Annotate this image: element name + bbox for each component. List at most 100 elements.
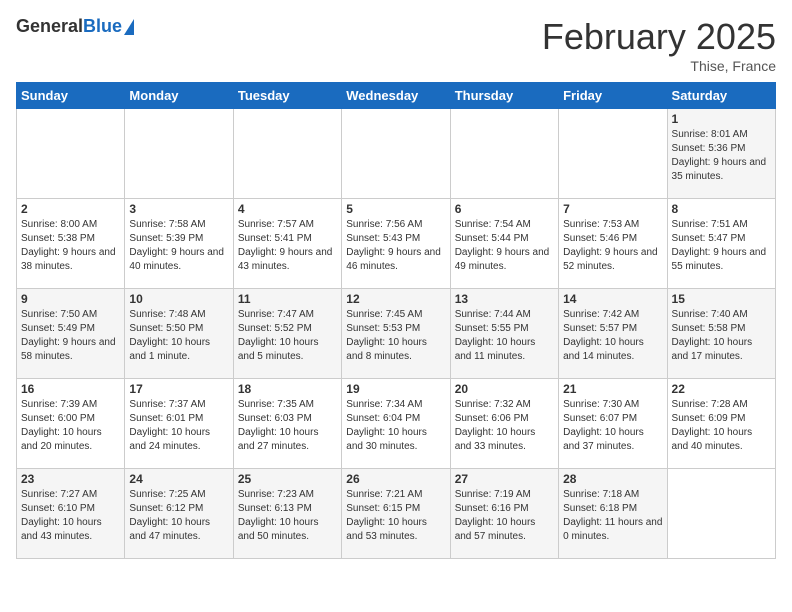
day-number: 14 xyxy=(563,292,662,306)
calendar-week-5: 23 Sunrise: 7:27 AMSunset: 6:10 PMDayligh… xyxy=(17,469,776,559)
column-header-sunday: Sunday xyxy=(17,83,125,109)
day-number: 19 xyxy=(346,382,445,396)
day-number: 17 xyxy=(129,382,228,396)
day-info: Sunrise: 7:54 AMSunset: 5:44 PMDaylight:… xyxy=(455,218,554,274)
calendar-cell xyxy=(17,109,125,199)
column-header-thursday: Thursday xyxy=(450,83,558,109)
day-number: 22 xyxy=(672,382,771,396)
calendar-cell xyxy=(342,109,450,199)
day-number: 13 xyxy=(455,292,554,306)
day-info: Sunrise: 7:53 AMSunset: 5:46 PMDaylight:… xyxy=(563,218,662,274)
day-info: Sunrise: 7:42 AMSunset: 5:57 PMDaylight:… xyxy=(563,308,662,364)
day-info: Sunrise: 7:27 AMSunset: 6:10 PMDaylight:… xyxy=(21,488,120,544)
day-number: 21 xyxy=(563,382,662,396)
calendar-cell: 2 Sunrise: 8:00 AMSunset: 5:38 PMDaylight… xyxy=(17,199,125,289)
calendar-cell xyxy=(233,109,341,199)
day-info: Sunrise: 7:57 AMSunset: 5:41 PMDaylight:… xyxy=(238,218,337,274)
calendar-cell: 6 Sunrise: 7:54 AMSunset: 5:44 PMDaylight… xyxy=(450,199,558,289)
day-number: 1 xyxy=(672,112,771,126)
day-number: 24 xyxy=(129,472,228,486)
day-info: Sunrise: 7:21 AMSunset: 6:15 PMDaylight:… xyxy=(346,488,445,544)
calendar-week-2: 2 Sunrise: 8:00 AMSunset: 5:38 PMDaylight… xyxy=(17,199,776,289)
day-info: Sunrise: 7:30 AMSunset: 6:07 PMDaylight:… xyxy=(563,398,662,454)
calendar-cell: 7 Sunrise: 7:53 AMSunset: 5:46 PMDaylight… xyxy=(559,199,667,289)
logo: GeneralBlue xyxy=(16,16,134,37)
day-info: Sunrise: 7:37 AMSunset: 6:01 PMDaylight:… xyxy=(129,398,228,454)
location-label: Thise, France xyxy=(542,58,776,74)
calendar-cell xyxy=(559,109,667,199)
calendar-cell: 20Sunrise: 7:32 AMSunset: 6:06 PMDayligh… xyxy=(450,379,558,469)
day-info: Sunrise: 7:40 AMSunset: 5:58 PMDaylight:… xyxy=(672,308,771,364)
calendar-cell: 9 Sunrise: 7:50 AMSunset: 5:49 PMDaylight… xyxy=(17,289,125,379)
calendar-cell: 11 Sunrise: 7:47 AMSunset: 5:52 PMDayligh… xyxy=(233,289,341,379)
calendar-cell: 8 Sunrise: 7:51 AMSunset: 5:47 PMDaylight… xyxy=(667,199,775,289)
calendar-cell: 17 Sunrise: 7:37 AMSunset: 6:01 PMDayligh… xyxy=(125,379,233,469)
column-header-tuesday: Tuesday xyxy=(233,83,341,109)
calendar-cell xyxy=(450,109,558,199)
day-number: 23 xyxy=(21,472,120,486)
day-info: Sunrise: 7:18 AMSunset: 6:18 PMDaylight:… xyxy=(563,488,662,544)
calendar-cell: 4 Sunrise: 7:57 AMSunset: 5:41 PMDaylight… xyxy=(233,199,341,289)
day-number: 9 xyxy=(21,292,120,306)
day-info: Sunrise: 7:47 AMSunset: 5:52 PMDaylight:… xyxy=(238,308,337,364)
calendar-cell: 12Sunrise: 7:45 AMSunset: 5:53 PMDayligh… xyxy=(342,289,450,379)
calendar-cell: 15 Sunrise: 7:40 AMSunset: 5:58 PMDayligh… xyxy=(667,289,775,379)
calendar-cell: 5 Sunrise: 7:56 AMSunset: 5:43 PMDaylight… xyxy=(342,199,450,289)
day-number: 16 xyxy=(21,382,120,396)
day-number: 20 xyxy=(455,382,554,396)
day-info: Sunrise: 7:23 AMSunset: 6:13 PMDaylight:… xyxy=(238,488,337,544)
day-info: Sunrise: 8:01 AMSunset: 5:36 PMDaylight:… xyxy=(672,128,771,184)
day-number: 25 xyxy=(238,472,337,486)
day-number: 2 xyxy=(21,202,120,216)
calendar-cell xyxy=(667,469,775,559)
calendar-cell: 10Sunrise: 7:48 AMSunset: 5:50 PMDayligh… xyxy=(125,289,233,379)
day-number: 15 xyxy=(672,292,771,306)
logo-blue-text: Blue xyxy=(83,16,122,36)
column-header-friday: Friday xyxy=(559,83,667,109)
calendar-cell: 19 Sunrise: 7:34 AMSunset: 6:04 PMDayligh… xyxy=(342,379,450,469)
day-info: Sunrise: 7:50 AMSunset: 5:49 PMDaylight:… xyxy=(21,308,120,364)
calendar-week-4: 16 Sunrise: 7:39 AMSunset: 6:00 PMDayligh… xyxy=(17,379,776,469)
calendar-week-3: 9 Sunrise: 7:50 AMSunset: 5:49 PMDaylight… xyxy=(17,289,776,379)
logo-general-text: General xyxy=(16,16,83,36)
calendar-cell: 28 Sunrise: 7:18 AMSunset: 6:18 PMDayligh… xyxy=(559,469,667,559)
calendar-cell: 25 Sunrise: 7:23 AMSunset: 6:13 PMDayligh… xyxy=(233,469,341,559)
day-info: Sunrise: 7:44 AMSunset: 5:55 PMDaylight:… xyxy=(455,308,554,364)
calendar-week-1: 1 Sunrise: 8:01 AMSunset: 5:36 PMDaylight… xyxy=(17,109,776,199)
day-info: Sunrise: 7:34 AMSunset: 6:04 PMDaylight:… xyxy=(346,398,445,454)
calendar-cell: 14 Sunrise: 7:42 AMSunset: 5:57 PMDayligh… xyxy=(559,289,667,379)
title-block: February 2025 Thise, France xyxy=(542,16,776,74)
day-number: 8 xyxy=(672,202,771,216)
calendar-cell: 13 Sunrise: 7:44 AMSunset: 5:55 PMDayligh… xyxy=(450,289,558,379)
day-number: 6 xyxy=(455,202,554,216)
calendar-header-row: SundayMondayTuesdayWednesdayThursdayFrid… xyxy=(17,83,776,109)
day-number: 5 xyxy=(346,202,445,216)
day-number: 26 xyxy=(346,472,445,486)
day-number: 28 xyxy=(563,472,662,486)
logo-triangle-icon xyxy=(124,19,134,35)
calendar-cell: 21 Sunrise: 7:30 AMSunset: 6:07 PMDayligh… xyxy=(559,379,667,469)
day-number: 27 xyxy=(455,472,554,486)
day-number: 7 xyxy=(563,202,662,216)
calendar-table: SundayMondayTuesdayWednesdayThursdayFrid… xyxy=(16,82,776,559)
day-info: Sunrise: 7:39 AMSunset: 6:00 PMDaylight:… xyxy=(21,398,120,454)
calendar-cell: 24 Sunrise: 7:25 AMSunset: 6:12 PMDayligh… xyxy=(125,469,233,559)
day-info: Sunrise: 7:25 AMSunset: 6:12 PMDaylight:… xyxy=(129,488,228,544)
day-info: Sunrise: 7:56 AMSunset: 5:43 PMDaylight:… xyxy=(346,218,445,274)
page-header: GeneralBlue February 2025 Thise, France xyxy=(16,16,776,74)
column-header-monday: Monday xyxy=(125,83,233,109)
day-number: 4 xyxy=(238,202,337,216)
calendar-cell: 27 Sunrise: 7:19 AMSunset: 6:16 PMDayligh… xyxy=(450,469,558,559)
calendar-cell: 3Sunrise: 7:58 AMSunset: 5:39 PMDaylight… xyxy=(125,199,233,289)
day-info: Sunrise: 8:00 AMSunset: 5:38 PMDaylight:… xyxy=(21,218,120,274)
day-info: Sunrise: 7:19 AMSunset: 6:16 PMDaylight:… xyxy=(455,488,554,544)
day-info: Sunrise: 7:58 AMSunset: 5:39 PMDaylight:… xyxy=(129,218,228,274)
day-number: 11 xyxy=(238,292,337,306)
calendar-cell: 22Sunrise: 7:28 AMSunset: 6:09 PMDayligh… xyxy=(667,379,775,469)
month-title: February 2025 xyxy=(542,16,776,58)
calendar-cell: 16 Sunrise: 7:39 AMSunset: 6:00 PMDayligh… xyxy=(17,379,125,469)
day-number: 18 xyxy=(238,382,337,396)
day-info: Sunrise: 7:51 AMSunset: 5:47 PMDaylight:… xyxy=(672,218,771,274)
calendar-cell xyxy=(125,109,233,199)
calendar-cell: 26 Sunrise: 7:21 AMSunset: 6:15 PMDayligh… xyxy=(342,469,450,559)
